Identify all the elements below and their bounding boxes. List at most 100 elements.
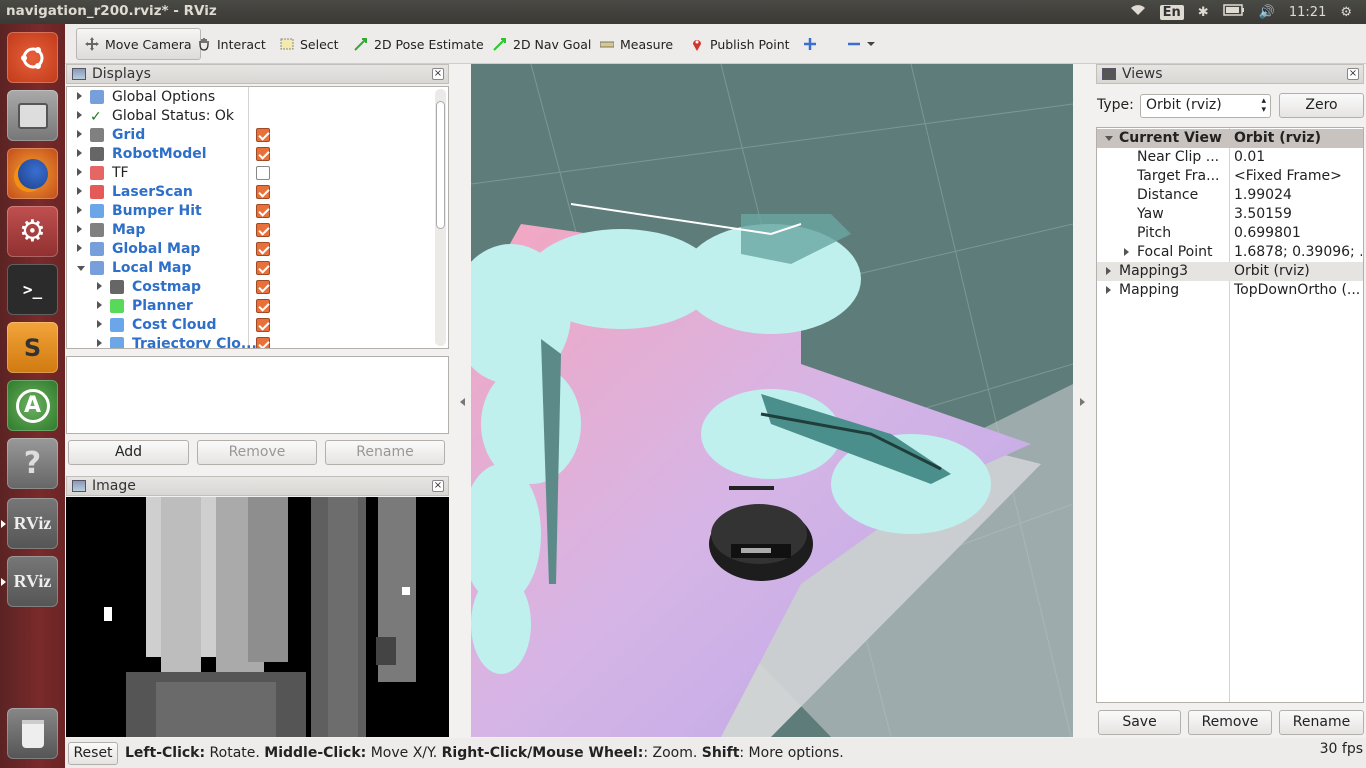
zero-button[interactable]: Zero [1279, 93, 1364, 118]
chevron-right-icon[interactable] [97, 339, 102, 347]
chevron-right-icon[interactable] [97, 301, 102, 309]
chevron-right-icon[interactable] [77, 187, 82, 195]
view-property-row[interactable]: Yaw 3.50159 [1097, 205, 1363, 224]
display-item[interactable]: Local Map [67, 259, 435, 278]
close-icon[interactable]: × [432, 68, 444, 80]
chevron-down-icon[interactable] [77, 266, 85, 271]
view-property-value[interactable]: 1.99024 [1234, 187, 1362, 203]
chevron-right-icon[interactable] [77, 206, 82, 214]
enabled-checkbox[interactable] [256, 223, 270, 237]
nav-goal-tool[interactable]: 2D Nav Goal [493, 31, 591, 57]
enabled-checkbox[interactable] [256, 204, 270, 218]
bluetooth-icon[interactable]: ✱ [1198, 5, 1209, 20]
enabled-checkbox[interactable] [256, 242, 270, 256]
chevron-right-icon[interactable] [1124, 248, 1129, 256]
enabled-checkbox[interactable] [256, 337, 270, 348]
enabled-checkbox[interactable] [256, 261, 270, 275]
view-property-row[interactable]: Distance 1.99024 [1097, 186, 1363, 205]
help-icon[interactable]: ? [7, 438, 58, 489]
rviz-icon[interactable]: RViz [1, 556, 58, 607]
view-property-value[interactable]: TopDownOrtho (... [1234, 282, 1362, 298]
view-property-value[interactable]: Orbit (rviz) [1234, 263, 1362, 279]
view-property-value[interactable]: Orbit (rviz) [1234, 130, 1362, 146]
add-tool-button[interactable] [803, 31, 823, 57]
chevron-right-icon[interactable] [77, 92, 82, 100]
view-property-row[interactable]: Pitch 0.699801 [1097, 224, 1363, 243]
chevron-right-icon[interactable] [77, 244, 82, 252]
enabled-checkbox[interactable] [256, 147, 270, 161]
remove-tool-button[interactable] [847, 31, 875, 57]
chevron-right-icon[interactable] [77, 168, 82, 176]
view-property-row[interactable]: Target Fra... <Fixed Frame> [1097, 167, 1363, 186]
chevron-right-icon[interactable] [77, 149, 82, 157]
view-property-row[interactable]: Near Clip ... 0.01 [1097, 148, 1363, 167]
firefox-icon[interactable] [7, 148, 58, 199]
chevron-right-icon[interactable] [97, 282, 102, 290]
display-item[interactable]: TF [67, 164, 435, 183]
wifi-icon[interactable] [1130, 4, 1146, 20]
updater-icon[interactable]: A [7, 380, 58, 431]
select-tool[interactable]: Select [280, 31, 339, 57]
collapse-right-icon[interactable] [1080, 398, 1085, 406]
display-item[interactable]: LaserScan [67, 183, 435, 202]
depth-image-view[interactable] [66, 497, 449, 737]
chevron-right-icon[interactable] [77, 130, 82, 138]
clock[interactable]: 11:21 [1289, 5, 1326, 20]
chevron-right-icon[interactable] [1106, 267, 1111, 275]
display-item[interactable]: Global Options [67, 88, 435, 107]
settings-icon[interactable]: ⚙ [7, 206, 58, 257]
view-property-row[interactable]: Current View Orbit (rviz) [1097, 129, 1363, 148]
ubuntu-dash-icon[interactable] [7, 32, 58, 83]
render-viewport[interactable] [471, 64, 1073, 737]
rename-display-button[interactable]: Rename [325, 440, 445, 465]
chevron-right-icon[interactable] [97, 320, 102, 328]
enabled-checkbox[interactable] [256, 299, 270, 313]
keyboard-indicator[interactable]: En [1159, 4, 1184, 20]
view-property-value[interactable]: 3.50159 [1234, 206, 1362, 222]
volume-icon[interactable]: 🔊 [1259, 5, 1275, 20]
display-item[interactable]: Costmap [67, 278, 435, 297]
display-item[interactable]: RobotModel [67, 145, 435, 164]
view-property-value[interactable]: <Fixed Frame> [1234, 168, 1362, 184]
chevron-right-icon[interactable] [77, 111, 82, 119]
close-icon[interactable]: × [1347, 68, 1359, 80]
chevron-right-icon[interactable] [77, 225, 82, 233]
rviz-icon[interactable]: RViz [1, 498, 58, 549]
enabled-checkbox[interactable] [256, 166, 270, 180]
publish-point-tool[interactable]: Publish Point [690, 31, 790, 57]
enabled-checkbox[interactable] [256, 128, 270, 142]
view-property-row[interactable]: Focal Point 1.6878; 0.39096; ... [1097, 243, 1363, 262]
add-display-button[interactable]: Add [68, 440, 189, 465]
files-icon[interactable] [7, 90, 58, 141]
enabled-checkbox[interactable] [256, 318, 270, 332]
remove-view-button[interactable]: Remove [1188, 710, 1272, 735]
view-property-row[interactable]: Mapping3 Orbit (rviz) [1097, 262, 1363, 281]
close-icon[interactable]: × [432, 480, 444, 492]
gear-icon[interactable]: ⚙ [1340, 5, 1352, 20]
view-property-value[interactable]: 1.6878; 0.39096; ... [1234, 244, 1362, 260]
display-item[interactable]: Map [67, 221, 435, 240]
display-item[interactable]: Planner [67, 297, 435, 316]
measure-tool[interactable]: Measure [600, 31, 673, 57]
view-type-select[interactable]: Orbit (rviz) ▴ ▾ [1140, 94, 1271, 118]
move-camera-tool[interactable]: Move Camera [76, 28, 201, 60]
rename-view-button[interactable]: Rename [1279, 710, 1364, 735]
interact-tool[interactable]: Interact [197, 31, 266, 57]
remove-display-button[interactable]: Remove [197, 440, 317, 465]
display-item[interactable]: Bumper Hit [67, 202, 435, 221]
display-item[interactable]: Grid [67, 126, 435, 145]
trash-icon[interactable] [7, 708, 58, 759]
reset-button[interactable]: Reset [68, 742, 118, 765]
save-view-button[interactable]: Save [1098, 710, 1181, 735]
chevron-right-icon[interactable] [1106, 286, 1111, 294]
enabled-checkbox[interactable] [256, 280, 270, 294]
view-property-value[interactable]: 0.699801 [1234, 225, 1362, 241]
collapse-left-icon[interactable] [460, 398, 465, 406]
display-item[interactable]: Cost Cloud [67, 316, 435, 335]
display-item[interactable]: Global Map [67, 240, 435, 259]
display-item[interactable]: ✓ Global Status: Ok [67, 107, 435, 126]
chevron-down-icon[interactable] [1105, 136, 1113, 141]
view-property-row[interactable]: Mapping TopDownOrtho (... [1097, 281, 1363, 300]
display-item[interactable]: Trajectory Clo... [67, 335, 435, 348]
terminal-icon[interactable]: >_ [7, 264, 58, 315]
